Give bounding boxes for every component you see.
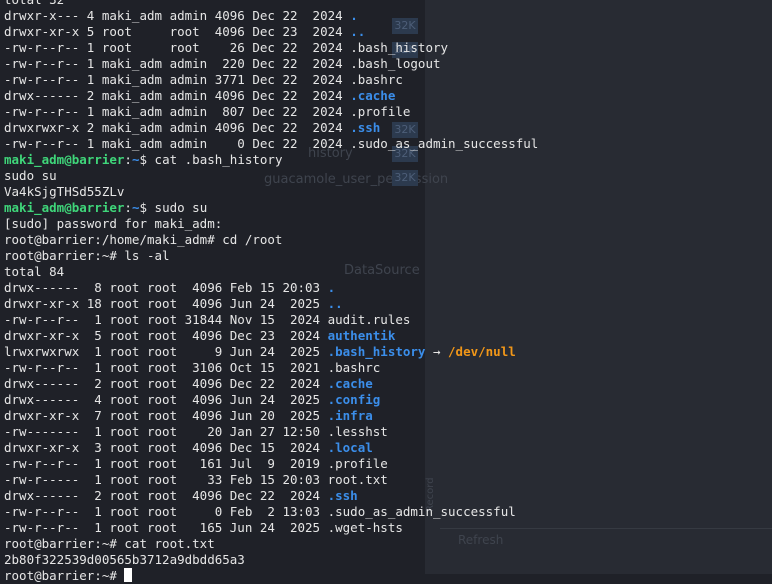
listing-row: -rw-r----- 1 root root 33 Feb 15 20:03 r…: [4, 472, 772, 488]
listing-meta: -rw-r--r-- 1 maki_adm admin 3771 Dec 22 …: [4, 72, 351, 87]
listing-row: -rw-r--r-- 1 maki_adm admin 3771 Dec 22 …: [4, 72, 772, 88]
listing-row: -rw-r--r-- 1 root root 0 Feb 2 13:03 .su…: [4, 504, 772, 520]
symlink-target: /dev/null: [448, 344, 516, 359]
listing-row: drwxr-x--- 4 maki_adm admin 4096 Dec 22 …: [4, 8, 772, 24]
listing-filename: audit.rules: [327, 312, 411, 327]
listing-filename: .profile: [327, 456, 388, 471]
terminal-output[interactable]: total 32 drwxr-x--- 4 maki_adm admin 409…: [4, 0, 772, 583]
listing-filename: ..: [327, 296, 343, 311]
listing-row: -rw-r--r-- 1 maki_adm admin 807 Dec 22 2…: [4, 104, 772, 120]
prompt-line: maki_adm@barrier:~$ sudo su: [4, 200, 208, 215]
listing-meta: -rw-r--r-- 1 root root 161 Jul 9 2019: [4, 456, 328, 471]
listing-row: -rw-r--r-- 1 root root 3106 Oct 15 2021 …: [4, 360, 772, 376]
command-text: cat .bash_history: [154, 152, 283, 167]
listing-meta: drwxr-xr-x 5 root root 4096 Dec 23 2024: [4, 24, 351, 39]
listing-filename: .bash_history: [350, 40, 449, 55]
listing-filename: .lesshst: [327, 424, 388, 439]
listing-meta: -rw------- 1 root root 20 Jan 27 12:50: [4, 424, 328, 439]
listing-row: drwx------ 2 root root 4096 Dec 22 2024 …: [4, 488, 772, 504]
listing-row: drwxr-xr-x 3 root root 4096 Dec 15 2024 …: [4, 440, 772, 456]
root-prompt-line: root@barrier:~# ls -al: [4, 248, 170, 263]
listing-filename: .: [327, 280, 336, 295]
listing-row: drwxr-xr-x 7 root root 4096 Jun 20 2025 …: [4, 408, 772, 424]
listing-row: drwx------ 4 root root 4096 Jun 24 2025 …: [4, 392, 772, 408]
output-line: Va4kSjgTHSd55ZLv: [4, 184, 125, 199]
listing-meta: drwxr-xr-x 7 root root 4096 Jun 20 2025: [4, 408, 328, 423]
listing-row: drwx------ 8 root root 4096 Feb 15 20:03…: [4, 280, 772, 296]
output-line: sudo su: [4, 168, 57, 183]
listing-row: -rw------- 1 root root 20 Jan 27 12:50 .…: [4, 424, 772, 440]
listing-row: drwxr-xr-x 18 root root 4096 Jun 24 2025…: [4, 296, 772, 312]
listing-filename: .local: [327, 440, 373, 455]
listing-row: -rw-r--r-- 1 root root 161 Jul 9 2019 .p…: [4, 456, 772, 472]
listing-meta: drwx------ 2 maki_adm admin 4096 Dec 22 …: [4, 88, 351, 103]
listing-filename: .infra: [327, 408, 373, 423]
prompt-line: maki_adm@barrier:~$ cat .bash_history: [4, 152, 283, 167]
home-directory-listing: drwxr-x--- 4 maki_adm admin 4096 Dec 22 …: [4, 8, 772, 152]
listing-filename: .bashrc: [327, 360, 381, 375]
listing-filename: .sudo_as_admin_successful: [350, 136, 539, 151]
terminal-cursor[interactable]: [124, 568, 133, 582]
root-directory-listing: drwx------ 8 root root 4096 Feb 15 20:03…: [4, 280, 772, 536]
terminal-line: total 32: [4, 0, 772, 8]
root-prompt-line: root@barrier:/home/maki_adm# cd /root: [4, 232, 283, 247]
listing-meta: -rw-r--r-- 1 root root 26 Dec 22 2024: [4, 40, 351, 55]
listing-row: -rw-r--r-- 1 maki_adm admin 0 Dec 22 202…: [4, 136, 772, 152]
listing-meta: -rw-r--r-- 1 root root 0 Feb 2 13:03: [4, 504, 328, 519]
prompt-user: maki_adm@barrier: [4, 152, 125, 167]
listing-row: drwx------ 2 maki_adm admin 4096 Dec 22 …: [4, 88, 772, 104]
listing-row: -rw-r--r-- 1 maki_adm admin 220 Dec 22 2…: [4, 56, 772, 72]
listing-filename: .profile: [350, 104, 411, 119]
listing-meta: -rw-r--r-- 1 root root 165 Jun 24 2025: [4, 520, 328, 535]
listing-meta: drwxr-xr-x 18 root root 4096 Jun 24 2025: [4, 296, 328, 311]
command-text: sudo su: [154, 200, 208, 215]
listing-row: drwxr-xr-x 5 root root 4096 Dec 23 2024 …: [4, 328, 772, 344]
listing-meta: lrwxrwxrwx 1 root root 9 Jun 24 2025: [4, 344, 328, 359]
listing-meta: drwxr-xr-x 5 root root 4096 Dec 23 2024: [4, 328, 328, 343]
listing-filename: root.txt: [327, 472, 388, 487]
listing-filename: .cache: [327, 376, 373, 391]
listing-meta: -rw-r----- 1 root root 33 Feb 15 20:03: [4, 472, 328, 487]
listing-row: drwxrwxr-x 2 maki_adm admin 4096 Dec 22 …: [4, 120, 772, 136]
listing-meta: -rw-r--r-- 1 root root 3106 Oct 15 2021: [4, 360, 328, 375]
listing-filename: .ssh: [350, 120, 381, 135]
listing-filename: .bash_logout: [350, 56, 441, 71]
listing-filename: .cache: [350, 88, 396, 103]
listing-meta: drwx------ 2 root root 4096 Dec 22 2024: [4, 488, 328, 503]
active-prompt-line[interactable]: root@barrier:~#: [4, 568, 772, 584]
root-prompt-line: root@barrier:~# cat root.txt: [4, 536, 215, 551]
symlink-arrow: →: [425, 344, 449, 359]
prompt-user: maki_adm@barrier: [4, 200, 125, 215]
listing-meta: drwx------ 2 root root 4096 Dec 22 2024: [4, 376, 328, 391]
listing-filename: ..: [350, 24, 366, 39]
terminal-line: total 84: [4, 264, 65, 279]
listing-meta: drwxr-xr-x 3 root root 4096 Dec 15 2024: [4, 440, 328, 455]
listing-filename: .sudo_as_admin_successful: [327, 504, 516, 519]
listing-meta: -rw-r--r-- 1 root root 31844 Nov 15 2024: [4, 312, 328, 327]
listing-row: -rw-r--r-- 1 root root 26 Dec 22 2024 .b…: [4, 40, 772, 56]
flag-output: 2b80f322539d00565b3712a9dbdd65a3: [4, 552, 245, 567]
listing-meta: -rw-r--r-- 1 maki_adm admin 220 Dec 22 2…: [4, 56, 351, 71]
listing-filename: .wget-hsts: [327, 520, 403, 535]
listing-row: lrwxrwxrwx 1 root root 9 Jun 24 2025 .ba…: [4, 344, 772, 360]
listing-row: drwx------ 2 root root 4096 Dec 22 2024 …: [4, 376, 772, 392]
listing-meta: -rw-r--r-- 1 maki_adm admin 807 Dec 22 2…: [4, 104, 351, 119]
listing-row: -rw-r--r-- 1 root root 31844 Nov 15 2024…: [4, 312, 772, 328]
listing-meta: drwx------ 8 root root 4096 Feb 15 20:03: [4, 280, 328, 295]
listing-filename: .config: [327, 392, 381, 407]
listing-row: -rw-r--r-- 1 root root 165 Jun 24 2025 .…: [4, 520, 772, 536]
listing-meta: drwxrwxr-x 2 maki_adm admin 4096 Dec 22 …: [4, 120, 351, 135]
listing-meta: drwxr-x--- 4 maki_adm admin 4096 Dec 22 …: [4, 8, 351, 23]
listing-filename: authentik: [327, 328, 396, 343]
listing-row: drwxr-xr-x 5 root root 4096 Dec 23 2024 …: [4, 24, 772, 40]
listing-filename: .: [350, 8, 358, 23]
listing-filename: .bash_history: [327, 344, 426, 359]
listing-filename: .bashrc: [350, 72, 403, 87]
root-prompt: root@barrier:~#: [4, 568, 125, 583]
listing-meta: -rw-r--r-- 1 maki_adm admin 0 Dec 22 202…: [4, 136, 351, 151]
listing-meta: drwx------ 4 root root 4096 Jun 24 2025: [4, 392, 328, 407]
sudo-password-prompt: [sudo] password for maki_adm:: [4, 216, 223, 231]
listing-filename: .ssh: [327, 488, 358, 503]
